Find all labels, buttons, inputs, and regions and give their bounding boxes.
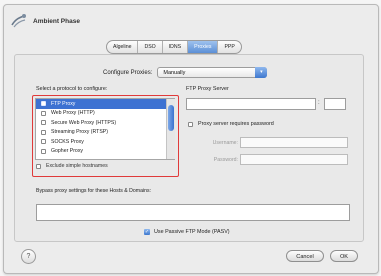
help-button[interactable]: ?	[21, 249, 36, 264]
passive-ftp-row: ✓ Use Passive FTP Mode (PASV)	[144, 229, 230, 235]
configure-proxies-value: Manually	[163, 70, 186, 76]
network-icon	[10, 12, 28, 30]
checkbox[interactable]	[41, 139, 46, 145]
bypass-hosts-input[interactable]	[36, 204, 350, 221]
list-item-streaming-proxy[interactable]: Streaming Proxy (RTSP)	[36, 128, 174, 138]
window-header: Ambient Phase	[10, 12, 80, 30]
proxy-port-input[interactable]	[324, 98, 346, 110]
password-required-checkbox[interactable]	[188, 121, 193, 127]
tab-dso[interactable]: DSO	[138, 41, 163, 53]
tab-algeline[interactable]: Algeline	[107, 41, 139, 53]
list-item-label: Secure Web Proxy (HTTPS)	[51, 119, 117, 126]
checkbox[interactable]	[41, 148, 46, 154]
exclude-hostnames-label: Exclude simple hostnames	[46, 163, 108, 169]
configure-proxies-label: Configure Proxies:	[103, 69, 153, 76]
list-item-secure-web-proxy[interactable]: Secure Web Proxy (HTTPS)	[36, 118, 174, 128]
tab-idns[interactable]: IDNS	[163, 41, 189, 53]
window-title: Ambient Phase	[33, 17, 80, 25]
password-required-label: Proxy server requires password	[198, 121, 274, 127]
proxy-server-input[interactable]	[186, 98, 316, 110]
cancel-button[interactable]: Cancel	[286, 250, 324, 262]
ok-button[interactable]: OK	[330, 250, 358, 262]
username-input[interactable]	[240, 137, 348, 148]
tab-ppp[interactable]: PPP	[218, 41, 240, 53]
configure-proxies-select[interactable]: Manually ▾	[157, 67, 268, 78]
exclude-simple-hostnames-row: Exclude simple hostnames	[36, 163, 108, 169]
chevron-updown-icon: ▾	[255, 67, 268, 78]
protocols-label: Select a protocol to configure:	[36, 86, 108, 92]
checkbox[interactable]	[41, 110, 46, 116]
username-label: Username:	[212, 140, 238, 146]
tab-proxies[interactable]: Proxies	[188, 41, 219, 53]
scroll-thumb[interactable]	[168, 105, 174, 131]
port-separator: :	[318, 100, 320, 106]
passive-ftp-checkbox[interactable]: ✓	[144, 229, 150, 235]
tab-bar: Algeline DSO IDNS Proxies PPP	[106, 40, 242, 54]
checkbox[interactable]	[41, 129, 46, 135]
password-label: Password:	[213, 157, 238, 163]
list-item-label: SOCKS Proxy	[51, 138, 84, 145]
bypass-label: Bypass proxy settings for these Hosts & …	[36, 188, 152, 194]
list-item-label: Streaming Proxy (RTSP)	[51, 129, 108, 136]
password-required-row: Proxy server requires password	[188, 121, 274, 127]
list-item-web-proxy[interactable]: Web Proxy (HTTP)	[36, 109, 174, 119]
checkbox[interactable]	[41, 101, 46, 107]
passive-ftp-label: Use Passive FTP Mode (PASV)	[154, 229, 230, 235]
checkbox[interactable]	[41, 120, 46, 126]
proxy-server-label: FTP Proxy Server	[186, 86, 229, 92]
list-item-socks-proxy[interactable]: SOCKS Proxy	[36, 137, 174, 147]
password-input[interactable]	[240, 154, 348, 165]
list-item-label: FTP Proxy	[51, 100, 76, 107]
list-item-gopher-proxy[interactable]: Gopher Proxy	[36, 147, 174, 157]
list-item-label: Web Proxy (HTTP)	[51, 110, 95, 117]
list-item-ftp-proxy[interactable]: FTP Proxy	[36, 99, 174, 109]
exclude-hostnames-checkbox[interactable]	[36, 163, 41, 169]
list-item-label: Gopher Proxy	[51, 148, 84, 155]
protocol-list[interactable]: FTP Proxy Web Proxy (HTTP) Secure Web Pr…	[35, 98, 175, 160]
protocol-list-scrollbar[interactable]	[166, 99, 175, 159]
configure-proxies-row: Configure Proxies: Manually ▾	[103, 67, 268, 78]
